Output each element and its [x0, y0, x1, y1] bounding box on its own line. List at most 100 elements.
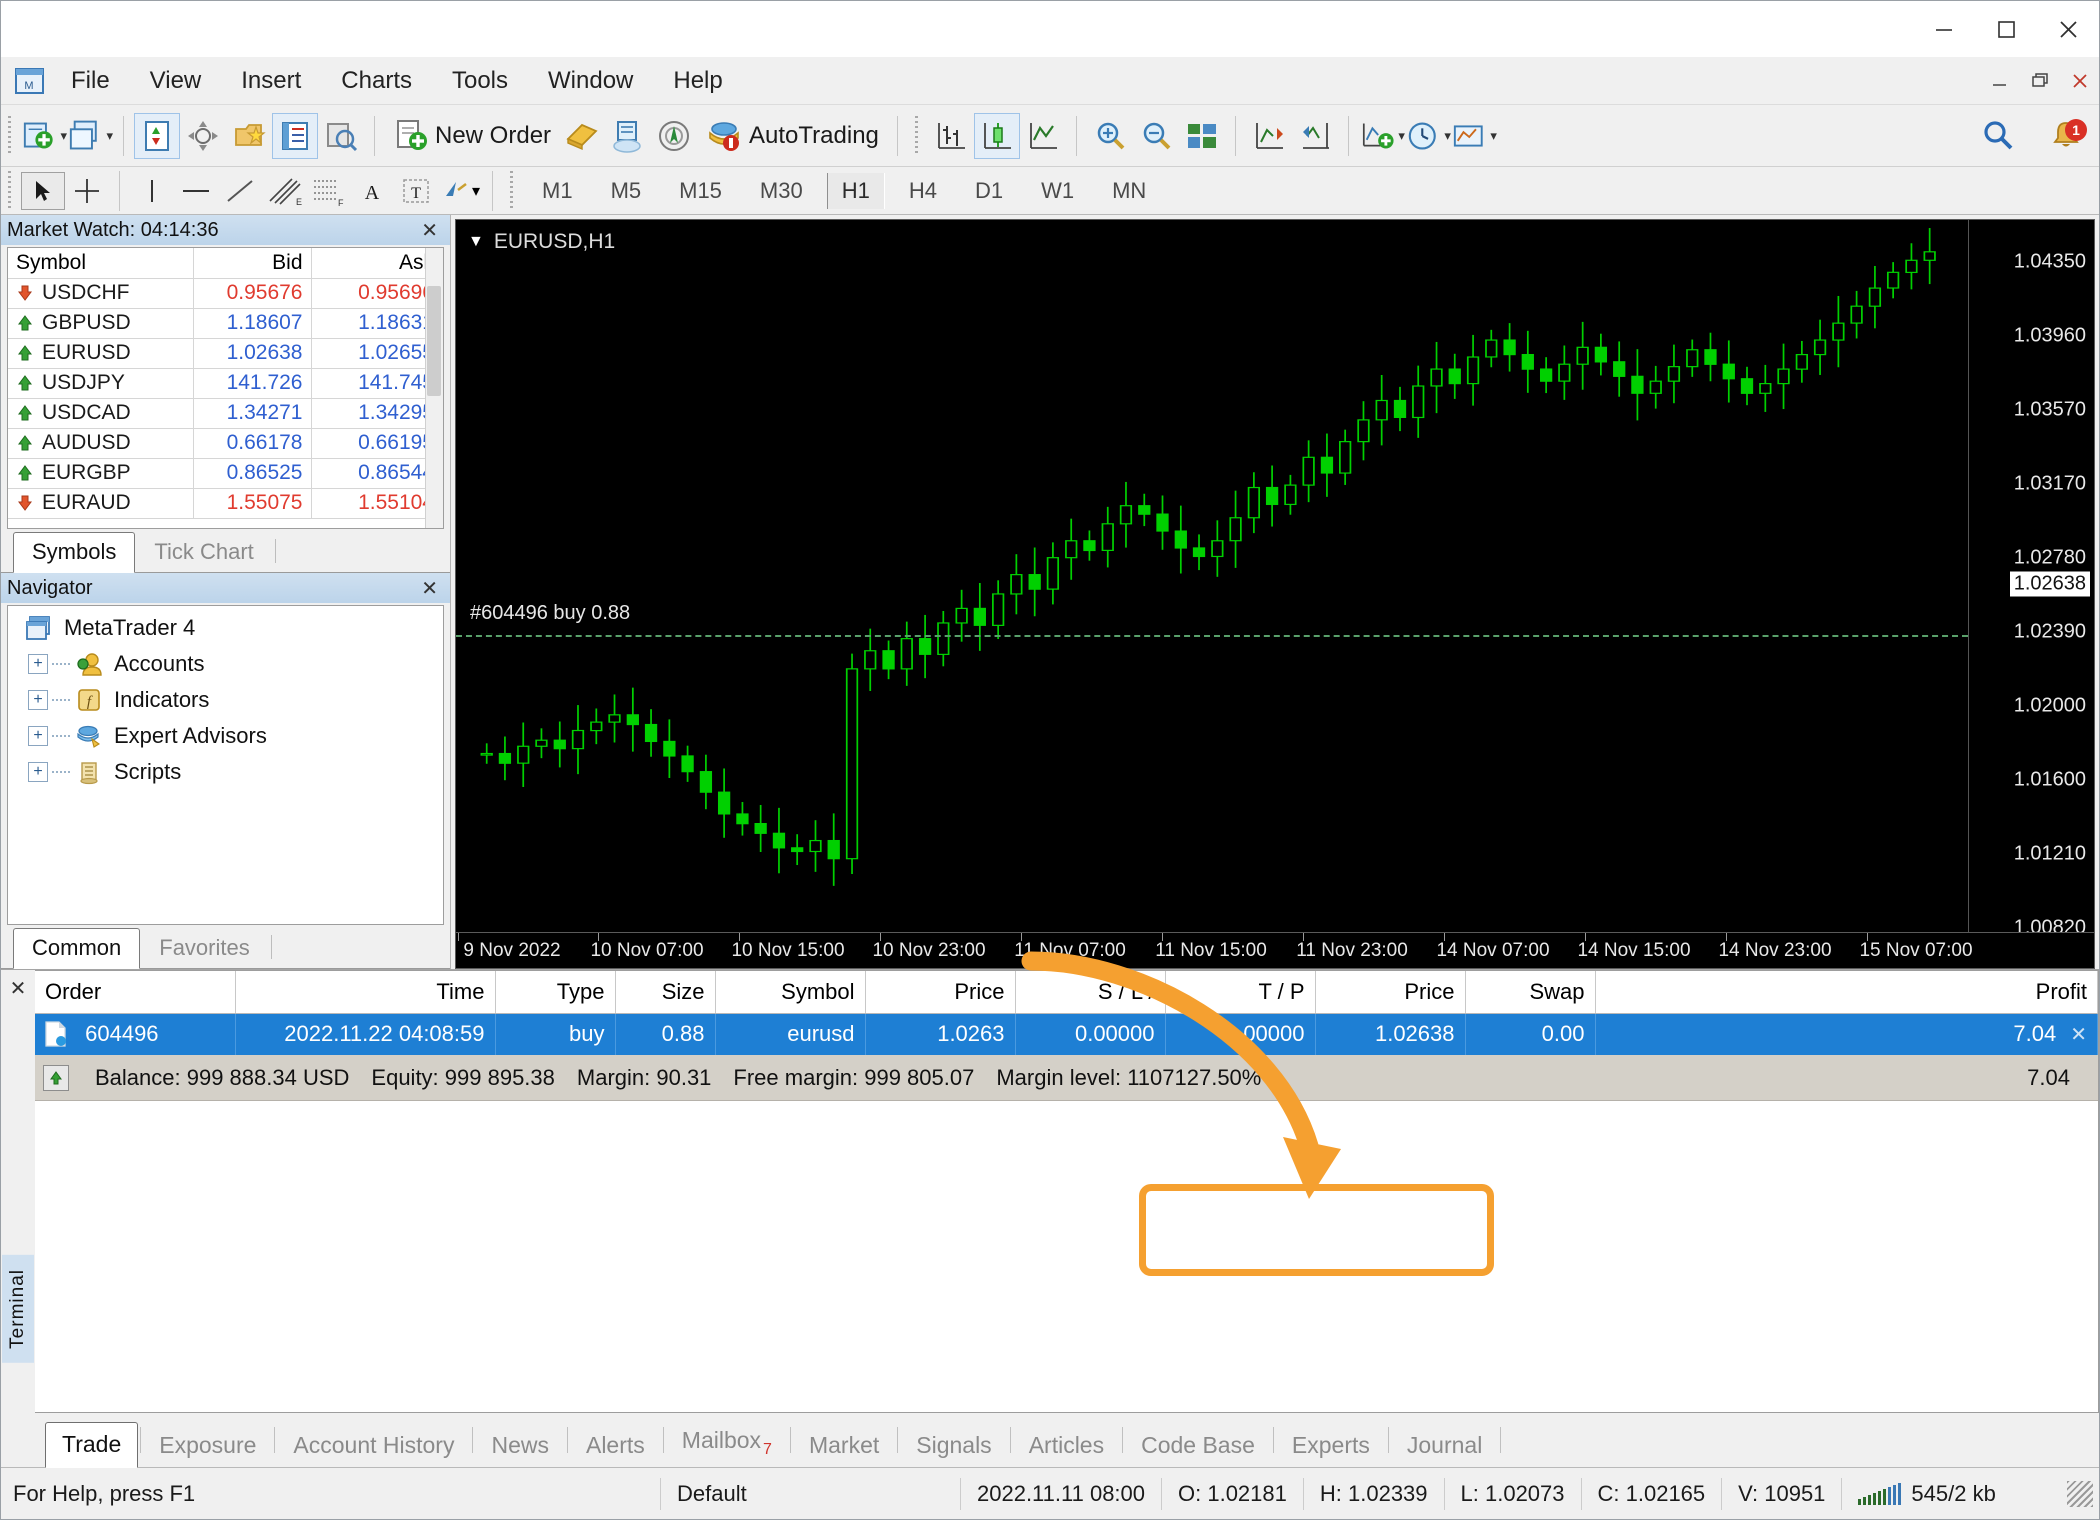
tab-mailbox[interactable]: Mailbox 7	[666, 1419, 788, 1468]
sidebar-item-accounts[interactable]: + Accounts	[8, 646, 443, 682]
price-axis[interactable]: 1.04350 1.03960 1.03570 1.03170 1.02780 …	[1968, 220, 2094, 932]
take-profit-cell[interactable]: 0.00000	[1165, 1013, 1316, 1055]
timeframe-m5[interactable]: M5	[597, 173, 656, 209]
menu-item-view[interactable]: View	[134, 63, 218, 99]
navigator-icon[interactable]	[226, 113, 272, 159]
timeframe-m15[interactable]: M15	[665, 173, 736, 209]
timeframe-w1[interactable]: W1	[1027, 173, 1088, 209]
expander-icon[interactable]: +	[28, 726, 48, 746]
new-order-button[interactable]: New Order	[385, 113, 559, 159]
zoom-out-icon[interactable]	[1133, 113, 1179, 159]
column-ask[interactable]: Ask	[311, 248, 443, 279]
terminal-close-icon[interactable]: ✕	[10, 970, 27, 1001]
table-row[interactable]: AUDUSD 0.66178 0.66195	[8, 428, 443, 459]
column-type[interactable]: Type	[495, 971, 616, 1014]
toolbar-grip-2[interactable]	[913, 115, 922, 156]
tab-favorites[interactable]: Favorites	[140, 928, 268, 969]
new-chart-icon[interactable]: ▾	[21, 113, 67, 159]
tab-code-base[interactable]: Code Base	[1125, 1424, 1271, 1468]
window-minimize-button[interactable]	[1913, 1, 1975, 57]
fibonacci-retracement-icon[interactable]: F	[306, 172, 350, 210]
trendline-icon[interactable]	[218, 172, 262, 210]
table-row[interactable]: EURAUD 1.55075 1.55104	[8, 488, 443, 519]
column-stop-loss[interactable]: S / L /	[1015, 971, 1166, 1014]
tab-account-history[interactable]: Account History	[277, 1424, 470, 1468]
tab-journal[interactable]: Journal	[1391, 1424, 1498, 1468]
shift-end-icon[interactable]	[1246, 113, 1292, 159]
chevron-down-icon[interactable]: ▼	[468, 233, 484, 251]
toolbar-grip[interactable]	[7, 115, 15, 156]
tab-articles[interactable]: Articles	[1013, 1424, 1120, 1468]
tab-market[interactable]: Market	[793, 1424, 895, 1468]
resize-grip[interactable]	[2067, 1480, 2093, 1507]
table-row[interactable]: 604496 2022.11.22 04:08:59 buy 0.88 euru…	[35, 1013, 2098, 1055]
chart-symbol-label[interactable]: ▼ EURUSD,H1	[468, 230, 615, 254]
status-profile[interactable]: Default	[661, 1477, 961, 1510]
timeframe-d1[interactable]: D1	[961, 173, 1017, 209]
close-position-icon[interactable]: ✕	[2070, 1024, 2087, 1046]
menu-item-insert[interactable]: Insert	[225, 63, 317, 99]
column-profit[interactable]: Profit	[1595, 971, 2098, 1014]
column-bid[interactable]: Bid	[193, 248, 312, 279]
tab-alerts[interactable]: Alerts	[570, 1424, 661, 1468]
mdi-restore-button[interactable]	[2027, 68, 2053, 94]
profiles-icon[interactable]: ▾	[67, 113, 113, 159]
table-row[interactable]: EURUSD 1.02638 1.02655	[8, 338, 443, 369]
menu-item-tools[interactable]: Tools	[436, 63, 524, 99]
window-maximize-button[interactable]	[1975, 1, 2037, 57]
menu-item-help[interactable]: Help	[657, 63, 738, 99]
table-row[interactable]: EURGBP 0.86525 0.86544	[8, 458, 443, 489]
scrollbar-thumb[interactable]	[427, 286, 441, 396]
alerts-icon[interactable]: 1	[2043, 113, 2089, 159]
sidebar-item-scripts[interactable]: + Scripts	[8, 754, 443, 790]
tab-trade[interactable]: Trade	[45, 1422, 139, 1468]
text-label-icon[interactable]: T	[394, 172, 438, 210]
sidebar-item-indicators[interactable]: + f Indicators	[8, 682, 443, 718]
line-chart-icon[interactable]	[1020, 113, 1066, 159]
navigator-root[interactable]: MetaTrader 4	[8, 606, 443, 646]
column-take-profit[interactable]: T / P	[1165, 971, 1316, 1014]
column-current-price[interactable]: Price	[1315, 971, 1466, 1014]
horizontal-line-icon[interactable]	[174, 172, 218, 210]
auto-scroll-icon[interactable]	[1292, 113, 1338, 159]
tab-tick-chart[interactable]: Tick Chart	[135, 532, 272, 573]
tab-exposure[interactable]: Exposure	[143, 1424, 272, 1468]
chevron-down-icon[interactable]: ▾	[472, 181, 480, 201]
column-size[interactable]: Size	[615, 971, 716, 1014]
column-open-price[interactable]: Price	[865, 971, 1016, 1014]
time-axis[interactable]: 9 Nov 2022 10 Nov 07:00 10 Nov 15:00 10 …	[455, 933, 2095, 969]
search-icon[interactable]	[1975, 113, 2021, 159]
terminal-icon[interactable]	[272, 112, 318, 159]
equidistant-channel-icon[interactable]: E	[262, 172, 306, 210]
text-icon[interactable]: A	[350, 172, 394, 210]
vertical-line-icon[interactable]	[130, 172, 174, 210]
table-row[interactable]: USDJPY 141.726 141.745	[8, 368, 443, 399]
data-window-icon[interactable]	[180, 113, 226, 159]
column-symbol[interactable]: Symbol	[715, 971, 866, 1014]
timeframe-m30[interactable]: M30	[746, 173, 817, 209]
column-time[interactable]: Time	[235, 971, 496, 1014]
mql5-community-icon[interactable]	[605, 113, 651, 159]
tab-experts[interactable]: Experts	[1276, 1424, 1386, 1468]
window-close-button[interactable]	[2037, 1, 2099, 57]
mdi-close-button[interactable]	[2067, 68, 2093, 94]
tab-signals[interactable]: Signals	[900, 1424, 1007, 1468]
timeframe-mn[interactable]: MN	[1098, 173, 1160, 209]
menu-item-window[interactable]: Window	[532, 63, 649, 99]
terminal-vertical-tab[interactable]: Terminal	[2, 1255, 34, 1363]
chevron-down-icon[interactable]: ▾	[1490, 128, 1497, 144]
timeframe-h4[interactable]: H4	[895, 173, 951, 209]
arrows-icon[interactable]: ▾	[438, 172, 482, 210]
crosshair-icon[interactable]	[65, 172, 109, 210]
tile-windows-icon[interactable]	[1179, 113, 1225, 159]
chevron-down-icon[interactable]: ▾	[106, 128, 113, 144]
column-symbol[interactable]: Symbol	[8, 248, 194, 279]
sidebar-item-expert-advisors[interactable]: + Expert Advisors	[8, 718, 443, 754]
periods-icon[interactable]: ▾	[1405, 113, 1451, 159]
tab-common[interactable]: Common	[13, 928, 141, 969]
strategy-tester-icon[interactable]	[318, 113, 364, 159]
timeframe-h1[interactable]: H1	[826, 172, 885, 209]
mdi-minimize-button[interactable]	[1987, 68, 2013, 94]
column-order[interactable]: Order	[35, 971, 236, 1014]
navigator-close-icon[interactable]: ✕	[415, 576, 444, 601]
